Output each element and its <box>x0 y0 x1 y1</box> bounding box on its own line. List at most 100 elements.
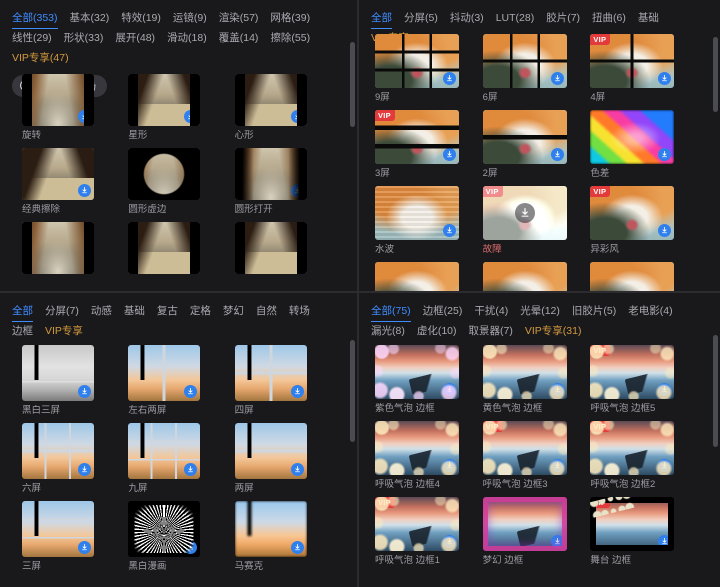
tab-4[interactable]: 胶片(7) <box>546 10 592 28</box>
thumbnail-8[interactable]: VIP <box>590 497 674 551</box>
panel-filters: 全部分屏(7)动感基础复古定格梦幻自然转场边框VIP专享 黑白三屏左右两屏四屏六… <box>0 292 358 587</box>
thumbnail-4[interactable] <box>128 423 200 479</box>
tab-4[interactable]: 渲染(57) <box>219 10 271 28</box>
tab-1[interactable]: 分屏(5) <box>404 10 450 28</box>
thumbnail-5[interactable]: VIP <box>590 421 674 475</box>
tab-9[interactable]: 滑动(18) <box>167 30 219 48</box>
tab-7[interactable]: 形状(33) <box>64 30 116 48</box>
thumbnail-1[interactable] <box>483 345 567 399</box>
thumbnail-8[interactable] <box>235 222 307 274</box>
thumbnail-8[interactable]: VIP <box>590 186 674 240</box>
tab-3[interactable]: 基础 <box>124 303 157 321</box>
tab-3[interactable]: LUT(28) <box>496 10 547 28</box>
thumbnail-9[interactable] <box>375 262 459 291</box>
scrollbar-thumb[interactable] <box>350 340 355 442</box>
thumbnail-3[interactable] <box>375 421 459 475</box>
thumbnail-0[interactable] <box>22 345 94 401</box>
thumbnail-preview <box>590 34 674 88</box>
thumbnail-preview <box>483 110 567 164</box>
thumbnail-6[interactable] <box>375 186 459 240</box>
tab-0[interactable]: 全部(75) <box>371 303 423 321</box>
tab-0[interactable]: 全部 <box>371 10 404 28</box>
scrollbar-thumb[interactable] <box>350 42 355 127</box>
thumbnail-10[interactable] <box>483 262 567 291</box>
thumbnail-0[interactable] <box>22 74 94 126</box>
tab-2[interactable]: 特效(19) <box>121 10 173 28</box>
tab-6[interactable]: 梦幻 <box>223 303 256 321</box>
tab-3[interactable]: 光晕(12) <box>520 303 572 321</box>
thumbnail-7[interactable] <box>483 497 567 551</box>
tab-8[interactable]: 展开(48) <box>115 30 167 48</box>
thumbnail-6[interactable] <box>22 501 94 557</box>
download-icon[interactable] <box>291 541 304 554</box>
transitions-scrollbar[interactable] <box>350 32 355 283</box>
thumbnail-2[interactable] <box>235 74 307 126</box>
overlays-scrollbar[interactable] <box>713 325 718 579</box>
thumbnail-2[interactable] <box>235 345 307 401</box>
thumbnail-5[interactable] <box>235 423 307 479</box>
download-icon[interactable] <box>443 224 456 237</box>
item-label: 黄色气泡 边框 <box>483 403 543 415</box>
scrollbar-thumb[interactable] <box>713 335 718 447</box>
effects-scrollbar[interactable] <box>713 32 718 283</box>
transitions-tabbar: 全部(353)基本(32)特效(19)运镜(9)渲染(57)网格(39) 线性(2… <box>0 0 357 70</box>
thumbnail-4[interactable]: VIP <box>483 421 567 475</box>
tab-5[interactable]: 扭曲(6) <box>592 10 638 28</box>
thumbnail-7[interactable]: VIP <box>483 186 567 240</box>
item-label: 心形 <box>235 130 254 142</box>
thumbnail-3[interactable] <box>22 423 94 479</box>
transitions-grid: 旋转星形心形经典擦除圆形虚边圆形打开 <box>0 68 357 278</box>
thumbnail-3[interactable] <box>22 148 94 200</box>
thumbnail-1[interactable] <box>483 34 567 88</box>
thumbnail-1[interactable] <box>128 74 200 126</box>
thumbnail-5[interactable] <box>235 148 307 200</box>
tab-1[interactable]: 基本(32) <box>70 10 122 28</box>
thumbnail-6[interactable]: VIP <box>375 497 459 551</box>
thumbnail-5[interactable] <box>590 110 674 164</box>
thumbnail-preview <box>375 262 459 291</box>
thumbnail-2[interactable]: VIP <box>590 34 674 88</box>
list-item: 呼吸气泡 边框4 <box>375 421 483 491</box>
tab-3[interactable]: 运镜(9) <box>173 10 219 28</box>
tab-10[interactable]: 覆盖(14) <box>219 30 271 48</box>
tab-1[interactable]: 分屏(7) <box>45 303 91 321</box>
item-label: 2屏 <box>483 168 498 180</box>
tab-0[interactable]: 全部(353) <box>12 10 70 28</box>
thumbnail-preview <box>375 34 459 88</box>
tab-8[interactable]: 转场 <box>289 303 322 321</box>
thumbnail-3[interactable]: VIP <box>375 110 459 164</box>
thumbnail-8[interactable] <box>235 501 307 557</box>
download-icon[interactable] <box>78 184 91 197</box>
tab-5[interactable]: 老电影(4) <box>628 303 684 321</box>
tab-6[interactable]: 基础 <box>638 10 671 28</box>
thumbnail-4[interactable] <box>128 148 200 200</box>
thumbnail-2[interactable]: VIP <box>590 345 674 399</box>
tab-6[interactable]: 线性(29) <box>12 30 64 48</box>
download-icon[interactable] <box>78 385 91 398</box>
thumbnail-11[interactable] <box>590 262 674 291</box>
tab-12[interactable]: VIP专享(47) <box>12 50 81 68</box>
thumbnail-7[interactable] <box>128 501 200 557</box>
tab-1[interactable]: 边框(25) <box>423 303 475 321</box>
tab-5[interactable]: 定格 <box>190 303 223 321</box>
thumbnail-6[interactable] <box>22 222 94 274</box>
tab-2[interactable]: 干扰(4) <box>474 303 520 321</box>
thumbnail-0[interactable] <box>375 345 459 399</box>
tab-11[interactable]: 擦除(55) <box>270 30 322 48</box>
tab-7[interactable]: 自然 <box>256 303 289 321</box>
tab-4[interactable]: 旧胶片(5) <box>572 303 628 321</box>
filters-scrollbar[interactable] <box>350 325 355 579</box>
thumbnail-preview <box>235 148 307 200</box>
tab-5[interactable]: 网格(39) <box>270 10 322 28</box>
tab-4[interactable]: 复古 <box>157 303 190 321</box>
thumbnail-7[interactable] <box>128 222 200 274</box>
tab-0[interactable]: 全部 <box>12 303 45 321</box>
scrollbar-thumb[interactable] <box>713 37 718 112</box>
item-label: 舞台 边框 <box>590 555 631 567</box>
filters-scroll-area: 黑白三屏左右两屏四屏六屏九屏两屏三屏黑白漫画马赛克 <box>0 339 357 587</box>
thumbnail-0[interactable] <box>375 34 459 88</box>
thumbnail-1[interactable] <box>128 345 200 401</box>
thumbnail-4[interactable] <box>483 110 567 164</box>
tab-2[interactable]: 动感 <box>91 303 124 321</box>
tab-2[interactable]: 抖动(3) <box>450 10 496 28</box>
